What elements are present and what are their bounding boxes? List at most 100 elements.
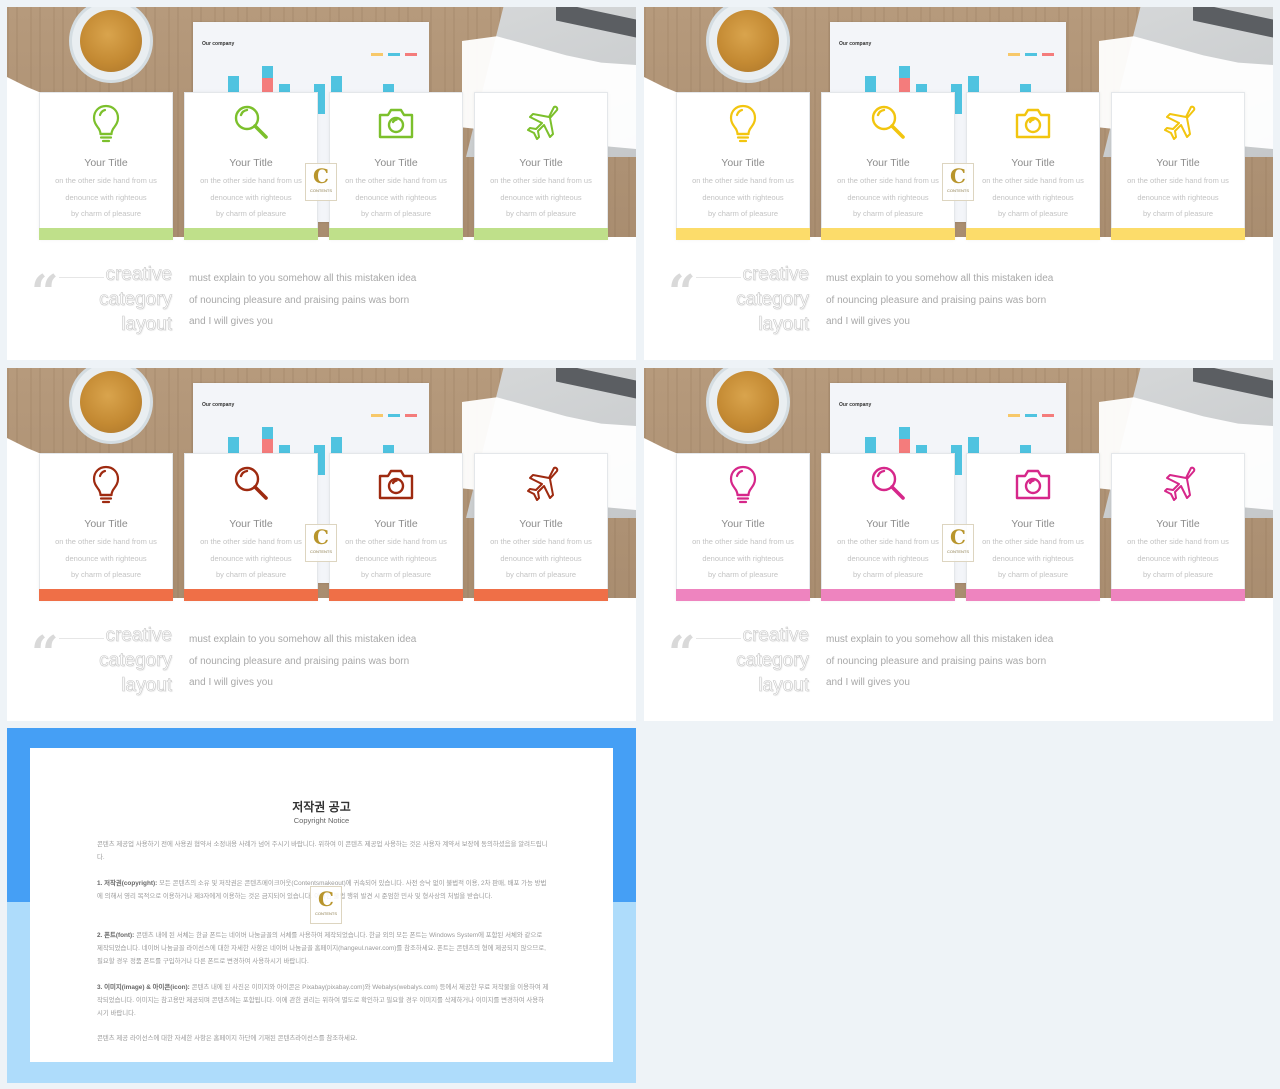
- watermark-letter: C: [318, 887, 334, 911]
- airplane-icon: [521, 464, 561, 504]
- card-text-line: by charm of pleasure: [997, 209, 1069, 218]
- watermark-text: CONTENTS: [310, 188, 332, 193]
- card-text-line: denounce with righteous: [65, 193, 147, 202]
- card-accent-bar: [1111, 589, 1245, 601]
- card-text-line: denounce with righteous: [500, 193, 582, 202]
- card-text-line: on the other side hand from us: [345, 176, 447, 185]
- quote-text-line: must explain to you somehow all this mis…: [826, 634, 1054, 645]
- quote-mark-icon: “: [668, 626, 696, 682]
- quote-heading-line: creative: [742, 264, 809, 286]
- feature-card[interactable]: Your Title on the other side hand from u…: [474, 453, 608, 601]
- feature-card[interactable]: Your Title on the other side hand from u…: [966, 92, 1100, 240]
- card-text-line: denounce with righteous: [210, 193, 292, 202]
- card-text-line: by charm of pleasure: [505, 209, 577, 218]
- copyright-subtitle: Copyright Notice: [293, 816, 350, 825]
- card-accent-bar: [474, 589, 608, 601]
- card-text-line: on the other side hand from us: [837, 176, 939, 185]
- feature-card[interactable]: Your Title on the other side hand from u…: [1111, 453, 1245, 601]
- slide-thumbnail-pink[interactable]: Our company Your Title on the other side…: [644, 368, 1273, 721]
- magnifier-icon: [868, 103, 908, 143]
- airplane-icon: [521, 103, 561, 143]
- card-text-line: denounce with righteous: [847, 193, 929, 202]
- card-title: Your Title: [1156, 518, 1200, 530]
- card-text-line: denounce with righteous: [992, 554, 1074, 563]
- lightbulb-icon: [86, 464, 126, 504]
- quote-text-line: of nouncing pleasure and praising pains …: [826, 656, 1047, 667]
- card-text-line: on the other side hand from us: [692, 537, 794, 546]
- card-title: Your Title: [374, 518, 418, 530]
- watermark-logo: C CONTENTS: [305, 524, 337, 562]
- card-title: Your Title: [229, 518, 273, 530]
- card-accent-bar: [184, 228, 318, 240]
- card-title: Your Title: [374, 157, 418, 169]
- feature-card[interactable]: Your Title on the other side hand from u…: [676, 453, 810, 601]
- copyright-panel: 저작권 공고 Copyright Notice 콘텐츠 제공업 사용하기 전에 …: [30, 748, 613, 1062]
- quote-heading-line: layout: [121, 675, 172, 697]
- card-text-line: on the other side hand from us: [1127, 537, 1229, 546]
- slide-thumbnail-yellow[interactable]: Our company Your Title on the other side…: [644, 7, 1273, 360]
- card-text-line: by charm of pleasure: [852, 209, 924, 218]
- watermark-text: CONTENTS: [947, 549, 969, 554]
- feature-card[interactable]: Your Title on the other side hand from u…: [966, 453, 1100, 601]
- copyright-slide[interactable]: 저작권 공고 Copyright Notice 콘텐츠 제공업 사용하기 전에 …: [7, 728, 636, 1083]
- slide-thumbnail-orange[interactable]: Our company Your Title on the other side…: [7, 368, 636, 721]
- card-text-line: by charm of pleasure: [1142, 209, 1214, 218]
- watermark-logo: C CONTENTS: [305, 163, 337, 201]
- card-accent-bar: [39, 589, 173, 601]
- card-text-line: by charm of pleasure: [360, 209, 432, 218]
- card-accent-bar: [329, 589, 463, 601]
- watermark-logo: C CONTENTS: [942, 524, 974, 562]
- lightbulb-icon: [723, 464, 763, 504]
- feature-card[interactable]: Your Title on the other side hand from u…: [184, 453, 318, 601]
- card-text-line: denounce with righteous: [355, 554, 437, 563]
- feature-card[interactable]: Your Title on the other side hand from u…: [39, 453, 173, 601]
- camera-icon: [1013, 103, 1053, 143]
- feature-card[interactable]: Your Title on the other side hand from u…: [1111, 92, 1245, 240]
- card-text-line: by charm of pleasure: [505, 570, 577, 579]
- feature-card[interactable]: Your Title on the other side hand from u…: [474, 92, 608, 240]
- feature-card[interactable]: Your Title on the other side hand from u…: [184, 92, 318, 240]
- card-text-line: on the other side hand from us: [982, 176, 1084, 185]
- section-label: 3. 이미지(image) & 아이콘(icon):: [97, 984, 190, 991]
- feature-card[interactable]: Your Title on the other side hand from u…: [329, 92, 463, 240]
- card-accent-bar: [966, 228, 1100, 240]
- card-text-line: on the other side hand from us: [200, 537, 302, 546]
- card-accent-bar: [676, 228, 810, 240]
- card-title: Your Title: [721, 157, 765, 169]
- quote-mark-icon: “: [31, 626, 59, 682]
- slide-thumbnail-green[interactable]: Our company Your Title on the other side…: [7, 7, 636, 360]
- card-text-line: denounce with righteous: [210, 554, 292, 563]
- lightbulb-icon: [723, 103, 763, 143]
- card-accent-bar: [184, 589, 318, 601]
- card-text-line: by charm of pleasure: [707, 209, 779, 218]
- feature-card[interactable]: Your Title on the other side hand from u…: [329, 453, 463, 601]
- card-accent-bar: [821, 589, 955, 601]
- card-text-line: denounce with righteous: [500, 554, 582, 563]
- watermark-letter: C: [950, 164, 966, 188]
- card-text-line: on the other side hand from us: [1127, 176, 1229, 185]
- watermark-logo: C CONTENTS: [942, 163, 974, 201]
- card-text-line: denounce with righteous: [1137, 193, 1219, 202]
- card-title: Your Title: [84, 157, 128, 169]
- quote-text-line: of nouncing pleasure and praising pains …: [189, 295, 410, 306]
- coffee-cup-image: [706, 368, 790, 444]
- coffee-cup-image: [706, 7, 790, 83]
- airplane-icon: [1158, 464, 1198, 504]
- section-label: 2. 폰트(font):: [97, 932, 135, 939]
- camera-icon: [1013, 464, 1053, 504]
- feature-card[interactable]: Your Title on the other side hand from u…: [821, 453, 955, 601]
- feature-card[interactable]: Your Title on the other side hand from u…: [821, 92, 955, 240]
- copyright-section: 3. 이미지(image) & 아이콘(icon): 콘텐츠 내에 된 사진은 …: [97, 981, 549, 1020]
- card-title: Your Title: [721, 518, 765, 530]
- magnifier-icon: [231, 464, 271, 504]
- card-text-line: denounce with righteous: [65, 554, 147, 563]
- section-text: 콘텐츠 내에 된 서체는 한글 폰트는 네이버 나눔글꼴의 서체를 사용하여 제…: [97, 932, 546, 965]
- quote-heading-line: layout: [758, 314, 809, 336]
- quote-text-line: must explain to you somehow all this mis…: [189, 273, 417, 284]
- camera-icon: [376, 103, 416, 143]
- card-text-line: on the other side hand from us: [200, 176, 302, 185]
- coffee-cup-image: [69, 368, 153, 444]
- card-title: Your Title: [866, 518, 910, 530]
- feature-card[interactable]: Your Title on the other side hand from u…: [676, 92, 810, 240]
- feature-card[interactable]: Your Title on the other side hand from u…: [39, 92, 173, 240]
